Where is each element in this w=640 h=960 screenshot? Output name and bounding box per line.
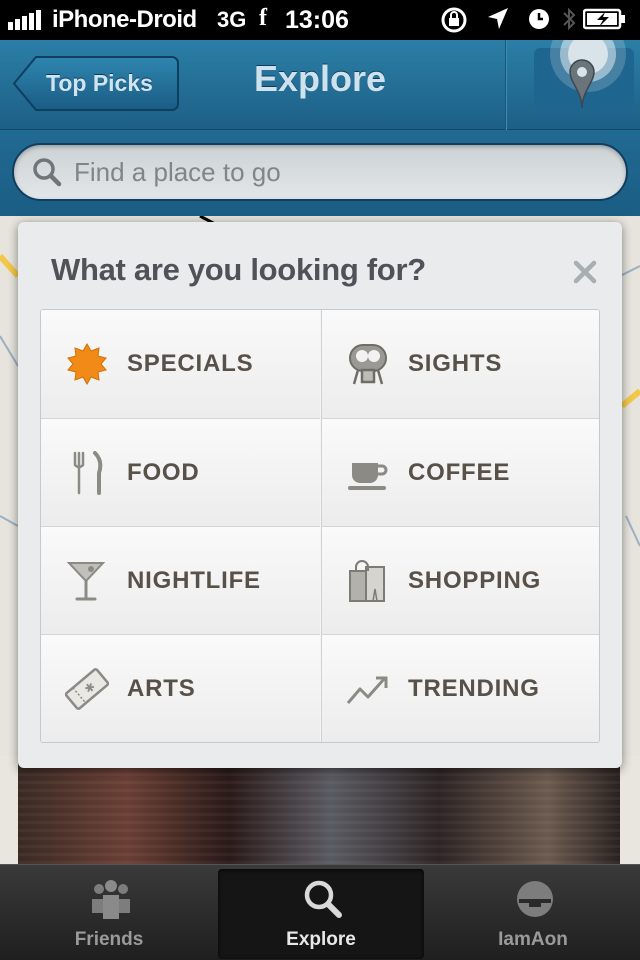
status-bar: iPhone-Droid 3G f 13:06 bbox=[0, 0, 640, 40]
search-field[interactable] bbox=[12, 143, 628, 201]
modal-title: What are you looking for? bbox=[51, 252, 426, 287]
category-trending[interactable]: TRENDING bbox=[321, 634, 599, 742]
friends-group-icon bbox=[89, 877, 130, 921]
category-coffee[interactable]: COFFEE bbox=[321, 418, 599, 526]
network-type: 3G bbox=[217, 7, 247, 32]
specials-badge-icon bbox=[65, 342, 109, 386]
nav-divider bbox=[505, 40, 507, 130]
category-label: COFFEE bbox=[408, 459, 511, 486]
back-button-label: Top Picks bbox=[46, 70, 153, 96]
trending-arrow-icon bbox=[346, 667, 390, 711]
category-shopping[interactable]: SHOPPING bbox=[321, 526, 599, 634]
search-bar bbox=[0, 130, 640, 216]
binoculars-viewer-icon bbox=[346, 342, 390, 386]
category-label: FOOD bbox=[127, 459, 200, 486]
user-avatar-icon bbox=[513, 877, 553, 921]
carrier-name: iPhone-Droid bbox=[52, 6, 197, 33]
facebook-icon: f bbox=[259, 5, 267, 31]
search-icon bbox=[301, 877, 342, 921]
location-pin-icon[interactable] bbox=[530, 16, 640, 130]
shopping-bag-icon bbox=[346, 559, 390, 603]
category-label: NIGHTLIFE bbox=[127, 567, 261, 594]
navigation-bar: Top Picks Explore bbox=[0, 16, 640, 130]
category-sights[interactable]: SIGHTS bbox=[321, 310, 599, 418]
category-label: SPECIALS bbox=[127, 350, 254, 377]
fork-knife-icon bbox=[65, 451, 109, 495]
category-food[interactable]: FOOD bbox=[41, 418, 320, 526]
tab-bar: Friends Explore IamAon bbox=[0, 864, 640, 960]
category-grid: SPECIALS SIGHTS FOOD COFFEE NIGHTLIFE SH… bbox=[40, 309, 600, 743]
search-icon bbox=[32, 157, 62, 192]
category-label: TRENDING bbox=[408, 675, 540, 702]
tab-label: Friends bbox=[74, 929, 144, 950]
category-nightlife[interactable]: NIGHTLIFE bbox=[41, 526, 320, 634]
tab-friends[interactable]: Friends bbox=[6, 865, 212, 960]
ticket-icon: ✱ bbox=[64, 667, 110, 711]
page-title: Explore bbox=[253, 58, 387, 99]
clock-time: 13:06 bbox=[285, 6, 349, 34]
search-input[interactable] bbox=[74, 154, 594, 190]
battery-charging-icon bbox=[582, 6, 627, 37]
rotation-lock-icon bbox=[440, 6, 470, 39]
coffee-cup-icon bbox=[346, 451, 390, 495]
alarm-clock-icon bbox=[526, 6, 552, 37]
category-label: ARTS bbox=[127, 675, 196, 702]
close-icon[interactable] bbox=[570, 257, 600, 287]
tab-label: Explore bbox=[286, 929, 356, 950]
tab-profile[interactable]: IamAon bbox=[430, 865, 636, 960]
category-specials[interactable]: SPECIALS bbox=[41, 310, 320, 418]
cocktail-glass-icon bbox=[65, 559, 109, 603]
back-button[interactable]: Top Picks bbox=[12, 55, 180, 112]
category-label: SHOPPING bbox=[408, 567, 542, 594]
tab-label: IamAon bbox=[498, 929, 568, 950]
bluetooth-icon bbox=[562, 6, 576, 37]
category-picker-modal: What are you looking for? SPECIALS SIGHT… bbox=[18, 222, 622, 768]
signal-bars-icon bbox=[8, 10, 43, 30]
category-label: SIGHTS bbox=[408, 350, 503, 377]
location-arrow-icon bbox=[486, 6, 510, 37]
tab-explore[interactable]: Explore bbox=[218, 869, 424, 959]
category-arts[interactable]: ✱ ARTS bbox=[41, 634, 320, 742]
